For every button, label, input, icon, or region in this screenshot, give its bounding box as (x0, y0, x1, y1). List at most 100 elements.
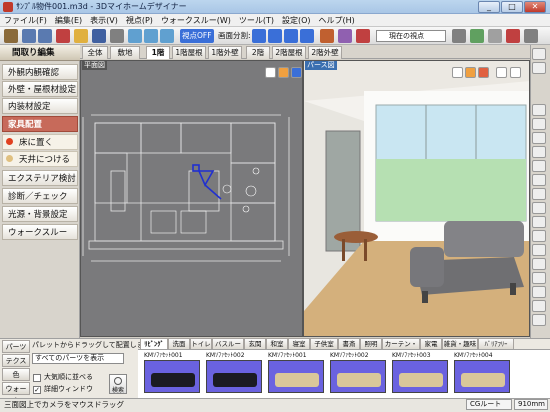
nav-light-background[interactable]: 光源・背景設定 (2, 206, 78, 222)
parts-tab-appliances[interactable]: 家電 (420, 338, 442, 349)
right-tool-5-icon[interactable] (532, 132, 546, 144)
select-tool-icon[interactable] (4, 29, 18, 43)
open-folder-icon[interactable] (74, 29, 88, 43)
tab-floor1-roof[interactable]: 1階屋根 (172, 46, 206, 59)
print-icon[interactable] (110, 29, 124, 43)
minimize-button[interactable]: _ (478, 1, 500, 13)
nav-diagnosis-check[interactable]: 診断／チェック (2, 188, 78, 204)
fit-view-icon[interactable] (496, 67, 507, 78)
view-toggle-button[interactable]: 視点OFF (180, 29, 214, 43)
viewpoint-select[interactable]: 現在の視点 (376, 30, 446, 42)
parts-tab-kids-room[interactable]: 子供室 (310, 338, 338, 349)
side-tab-walk[interactable]: ウォーク (2, 382, 30, 405)
right-tool-18-icon[interactable] (532, 314, 546, 326)
split-single-icon[interactable] (252, 29, 266, 43)
nav-walkthrough[interactable]: ウォークスルー (2, 224, 78, 240)
nav-place-on-floor[interactable]: 床に置く (2, 134, 78, 150)
split-quad-icon[interactable] (300, 29, 314, 43)
camera-icon[interactable] (338, 29, 352, 43)
split-vertical-icon[interactable] (284, 29, 298, 43)
rotate-camera-icon[interactable] (465, 67, 476, 78)
close-button[interactable]: ✕ (524, 1, 546, 13)
right-tool-7-icon[interactable] (532, 160, 546, 172)
camera-view-icon[interactable] (278, 67, 289, 78)
menu-viewpoint[interactable]: 視点(P) (122, 14, 157, 27)
layout-edit-header[interactable]: 間取り編集 (0, 45, 80, 61)
zoom-fit-icon[interactable] (160, 29, 174, 43)
zoom-in-icon[interactable] (128, 29, 142, 43)
save-icon[interactable] (92, 29, 106, 43)
right-tool-8-icon[interactable] (532, 174, 546, 186)
right-tool-6-icon[interactable] (532, 146, 546, 158)
parts-tab-barrier-free[interactable]: ﾊﾞﾘｱﾌﾘｰ (478, 338, 514, 349)
side-tab-parts[interactable]: パーツ (2, 340, 30, 353)
part-thumbnail[interactable] (330, 360, 386, 393)
tab-floor2-roof[interactable]: 2階屋根 (272, 46, 306, 59)
part-thumbnail[interactable] (144, 360, 200, 393)
nav-wall-roof-material[interactable]: 外壁・屋根材設定 (2, 81, 78, 97)
walk-icon[interactable] (478, 67, 489, 78)
parts-tab-study[interactable]: 書斎 (338, 338, 360, 349)
nav-furniture-placement[interactable]: 家具配置 (2, 116, 78, 132)
part-thumbnail[interactable] (454, 360, 510, 393)
nav-interior-material[interactable]: 内装材設定 (2, 98, 78, 114)
menu-file[interactable]: ファイル(F) (0, 14, 51, 27)
right-tool-16-icon[interactable] (532, 286, 546, 298)
record-icon[interactable] (356, 29, 370, 43)
tab-floor1[interactable]: 1階 (146, 46, 170, 59)
menu-edit[interactable]: 編集(E) (51, 14, 86, 27)
right-tool-14-icon[interactable] (532, 258, 546, 270)
delete-icon[interactable] (56, 29, 70, 43)
search-button[interactable]: 検索 (109, 374, 127, 394)
right-tool-10-icon[interactable] (532, 202, 546, 214)
right-tool-12-icon[interactable] (532, 230, 546, 242)
tab-floor1-wall[interactable]: 1階外壁 (208, 46, 242, 59)
tab-floor2-wall[interactable]: 2階外壁 (308, 46, 342, 59)
parts-tab-bathroom[interactable]: バスルーム (212, 338, 244, 358)
zoom-view-icon[interactable] (291, 67, 302, 78)
right-tool-2-icon[interactable] (532, 62, 546, 74)
menu-settings[interactable]: 設定(O) (278, 14, 315, 27)
qa-icon[interactable] (506, 29, 520, 43)
parts-tab-lighting[interactable]: 照明 (360, 338, 382, 349)
menu-help[interactable]: ヘルプ(H) (315, 14, 359, 27)
right-tool-3-icon[interactable] (532, 104, 546, 116)
menu-walkthrough[interactable]: ウォークスルー(W) (157, 14, 235, 27)
tab-floor2[interactable]: 2階 (246, 46, 270, 59)
parts-filter-select[interactable]: すべてのパーツを表示 (32, 353, 124, 364)
parts-tab-entrance[interactable]: 玄関 (244, 338, 266, 349)
part-thumbnail[interactable] (392, 360, 448, 393)
right-tool-9-icon[interactable] (532, 188, 546, 200)
sort-checkbox[interactable] (33, 374, 41, 382)
right-tool-11-icon[interactable] (532, 216, 546, 228)
options-icon[interactable] (524, 29, 538, 43)
zoom-out-icon[interactable] (144, 29, 158, 43)
undo-icon[interactable] (22, 29, 36, 43)
tab-site[interactable]: 敷地 (110, 46, 140, 59)
parts-tab-toilet[interactable]: トイレ (190, 338, 212, 349)
settings-icon[interactable] (488, 29, 502, 43)
part-thumbnail[interactable] (206, 360, 262, 393)
tab-all[interactable]: 全体 (82, 46, 108, 59)
measure-icon[interactable] (470, 29, 484, 43)
right-tool-17-icon[interactable] (532, 300, 546, 312)
view-options-icon[interactable] (510, 67, 521, 78)
perspective-view[interactable] (303, 60, 530, 337)
parts-tab-living[interactable]: ﾘﾋﾞﾝｸﾞ (140, 338, 168, 349)
part-thumbnail[interactable] (268, 360, 324, 393)
parts-tab-japanese-room[interactable]: 和室 (266, 338, 288, 349)
side-tab-texture[interactable]: テクスチャ (2, 354, 30, 377)
nav-attach-ceiling[interactable]: 天井につける (2, 151, 78, 167)
nav-exterior-study[interactable]: エクステリア検討 (2, 170, 78, 186)
menu-tools[interactable]: ツール(T) (235, 14, 278, 27)
parts-tab-bedroom[interactable]: 寝室 (288, 338, 310, 349)
nav-exterior-interior-check[interactable]: 外観内観確認 (2, 64, 78, 80)
menu-view[interactable]: 表示(V) (86, 14, 122, 27)
house-icon[interactable] (320, 29, 334, 43)
side-tab-color[interactable]: 色 (2, 368, 30, 381)
parts-tab-washroom[interactable]: 洗面 (168, 338, 190, 349)
plan-view[interactable] (80, 60, 303, 337)
split-horizontal-icon[interactable] (268, 29, 282, 43)
right-tool-15-icon[interactable] (532, 272, 546, 284)
pan-icon[interactable] (265, 67, 276, 78)
